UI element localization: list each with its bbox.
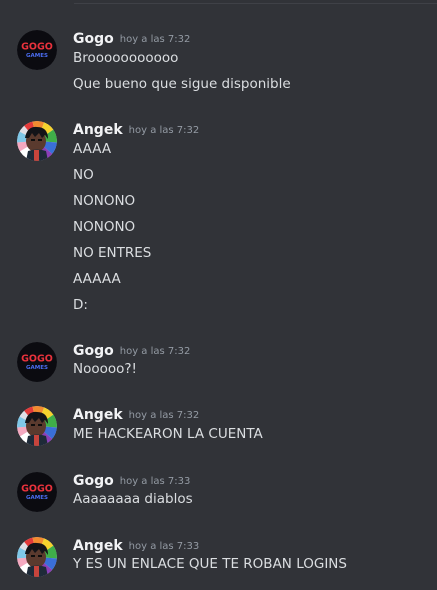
gogo-logo-text: GOGO	[21, 42, 53, 53]
avatar[interactable]	[17, 537, 57, 577]
username[interactable]: Gogo	[73, 473, 114, 489]
username[interactable]: Gogo	[73, 343, 114, 359]
message-text: AAAA	[73, 141, 112, 157]
message-text: NO ENTRES	[73, 245, 152, 261]
angek-character-avatar-icon	[17, 121, 57, 161]
gogo-games-logo-icon: GOGO GAMES	[17, 30, 57, 70]
avatar[interactable]: GOGO GAMES	[17, 30, 57, 70]
timestamp: hoy a las 7:33	[128, 541, 200, 552]
message-text: NO	[73, 167, 94, 183]
gogo-logo-text: GOGO	[21, 484, 53, 495]
avatar[interactable]	[17, 121, 57, 161]
message-header: Gogo hoy a las 7:33	[73, 470, 190, 489]
games-logo-text: GAMES	[26, 495, 48, 501]
timestamp: hoy a las 7:32	[128, 125, 200, 136]
username[interactable]: Angek	[73, 538, 123, 554]
message-text: Y ES UN ENLACE QUE TE ROBAN LOGINS	[73, 556, 347, 572]
username[interactable]: Angek	[73, 407, 123, 423]
message-text: ME HACKEARON LA CUENTA	[73, 426, 263, 442]
message-text: NONONO	[73, 219, 136, 235]
message-header: Angek hoy a las 7:33	[73, 535, 199, 554]
message-text: AAAAA	[73, 271, 121, 287]
angek-character-avatar-icon	[17, 406, 57, 446]
gogo-games-logo-icon: GOGO GAMES	[17, 472, 57, 512]
timestamp: hoy a las 7:32	[119, 34, 191, 45]
message-text: NONONO	[73, 193, 136, 209]
timestamp: hoy a las 7:33	[119, 476, 191, 487]
message-text: Nooooo?!	[73, 361, 137, 377]
username[interactable]: Angek	[73, 122, 123, 138]
gogo-games-logo-icon: GOGO GAMES	[17, 342, 57, 382]
avatar[interactable]: GOGO GAMES	[17, 342, 57, 382]
timestamp: hoy a las 7:32	[128, 410, 200, 421]
angek-character-avatar-icon	[17, 537, 57, 577]
message-header: Angek hoy a las 7:32	[73, 404, 199, 423]
message-text: D:	[73, 297, 88, 313]
message-text: Que bueno que sigue disponible	[73, 76, 291, 92]
avatar[interactable]	[17, 406, 57, 446]
message-text: Brooooooooooo	[73, 50, 179, 66]
message-header: Gogo hoy a las 7:32	[73, 28, 190, 47]
message-header: Angek hoy a las 7:32	[73, 119, 199, 138]
username[interactable]: Gogo	[73, 31, 114, 47]
avatar[interactable]: GOGO GAMES	[17, 472, 57, 512]
message-header: Gogo hoy a las 7:32	[73, 340, 190, 359]
timestamp: hoy a las 7:32	[119, 346, 191, 357]
games-logo-text: GAMES	[26, 365, 48, 371]
games-logo-text: GAMES	[26, 53, 48, 59]
message-text: Aaaaaaaa diablos	[73, 491, 193, 507]
gogo-logo-text: GOGO	[21, 354, 53, 365]
top-divider	[74, 3, 437, 4]
